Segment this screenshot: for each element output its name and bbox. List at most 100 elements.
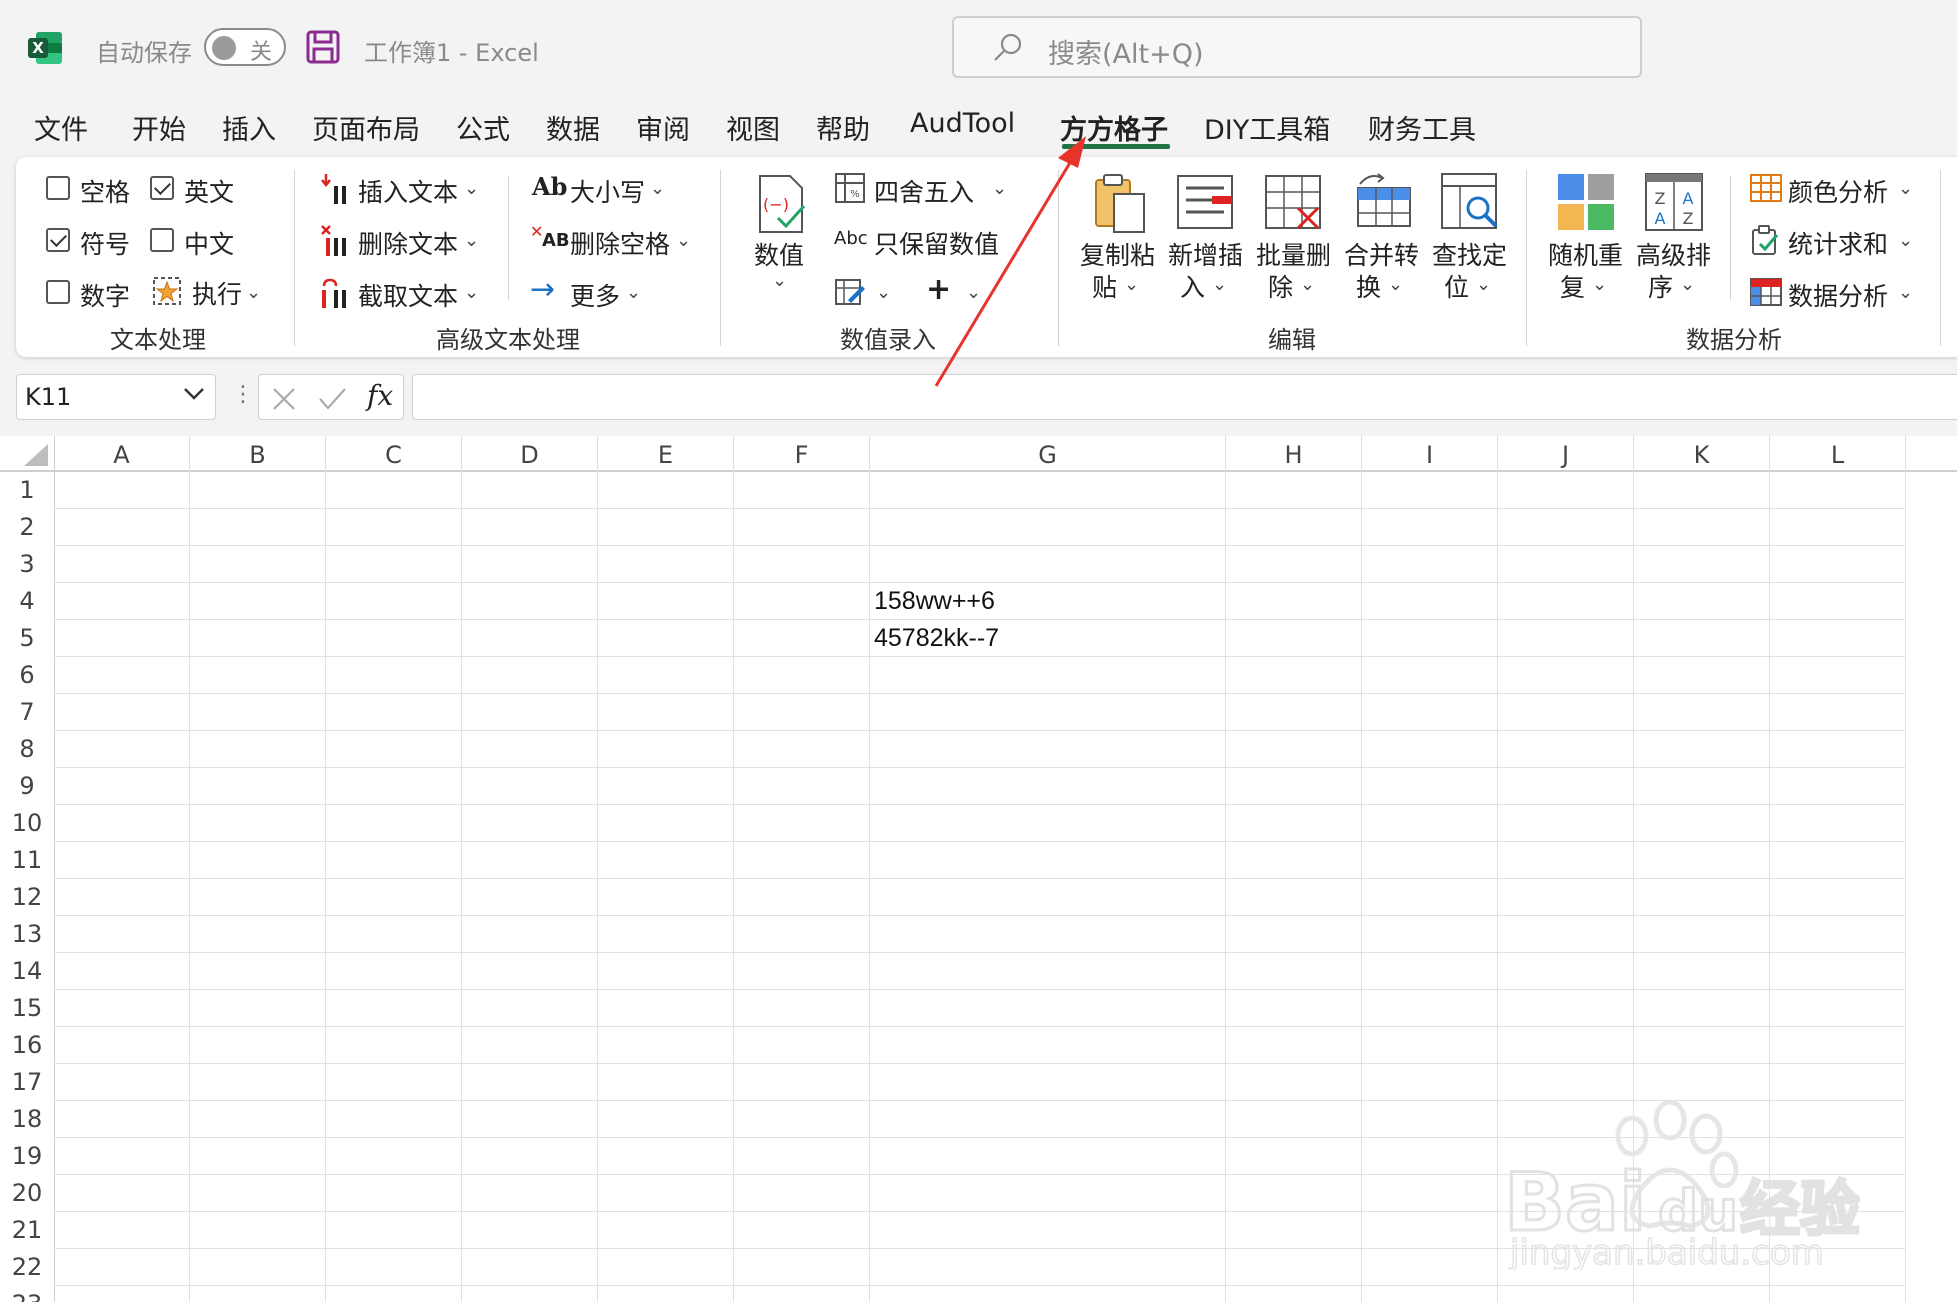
row-header-2[interactable]: 2 bbox=[0, 509, 54, 546]
merge-convert-button[interactable]: 合并转 换 ⌄ bbox=[1340, 170, 1424, 304]
row-header-10[interactable]: 10 bbox=[0, 805, 54, 842]
search-icon bbox=[994, 33, 1022, 61]
tab-formulas[interactable]: 公式 bbox=[456, 108, 510, 147]
tab-file[interactable]: 文件 bbox=[34, 108, 88, 147]
select-all-icon[interactable] bbox=[20, 442, 50, 468]
row-header-17[interactable]: 17 bbox=[0, 1064, 54, 1101]
more-button[interactable]: → 更多 ⌄ bbox=[530, 272, 650, 316]
row-header-18[interactable]: 18 bbox=[0, 1101, 54, 1138]
row-header-3[interactable]: 3 bbox=[0, 546, 54, 583]
ribbon-divider bbox=[1940, 170, 1941, 346]
checkbox-symbol[interactable] bbox=[46, 228, 70, 252]
execute-button[interactable]: 执行 ⌄ bbox=[150, 272, 266, 312]
color-analysis-label: 颜色分析 bbox=[1788, 178, 1889, 207]
batch-delete-label-1: 批量删 bbox=[1256, 241, 1332, 270]
name-box[interactable]: K11 bbox=[16, 374, 216, 420]
svg-text:%: % bbox=[850, 189, 860, 200]
tab-home[interactable]: 开始 bbox=[132, 108, 186, 147]
value-button[interactable]: (−) 数值 ⌄ bbox=[744, 170, 816, 300]
row-header-19[interactable]: 19 bbox=[0, 1138, 54, 1175]
checkbox-english[interactable] bbox=[150, 176, 174, 200]
row-header-7[interactable]: 7 bbox=[0, 694, 54, 731]
column-header-j[interactable]: J bbox=[1498, 436, 1634, 470]
grid-row-line bbox=[54, 841, 1906, 842]
row-header-20[interactable]: 20 bbox=[0, 1175, 54, 1212]
grid-row-line bbox=[54, 693, 1906, 694]
column-header-g[interactable]: G bbox=[870, 436, 1226, 470]
autosave-toggle[interactable]: 关 bbox=[204, 28, 286, 66]
new-insert-button[interactable]: 新增插 入 ⌄ bbox=[1164, 170, 1248, 304]
column-header-a[interactable]: A bbox=[54, 436, 190, 470]
color-analysis-button[interactable]: 颜色分析 ⌄ bbox=[1748, 168, 1918, 212]
checkbox-chinese[interactable] bbox=[150, 228, 174, 252]
row-header-22[interactable]: 22 bbox=[0, 1249, 54, 1286]
insert-function-icon[interactable]: fx bbox=[367, 379, 393, 412]
search-box[interactable]: 搜索(Alt+Q) bbox=[952, 16, 1642, 78]
column-header-h[interactable]: H bbox=[1226, 436, 1362, 470]
row-header-23[interactable]: 23 bbox=[0, 1286, 54, 1302]
chevron-down-icon: ⌄ bbox=[1212, 274, 1228, 295]
group-label-advanced-text: 高级文本处理 bbox=[436, 326, 580, 354]
abc-icon: Abc bbox=[834, 228, 868, 249]
tab-diy-toolbox[interactable]: DIY工具箱 bbox=[1204, 108, 1330, 147]
row-header-14[interactable]: 14 bbox=[0, 953, 54, 990]
column-header-i[interactable]: I bbox=[1362, 436, 1498, 470]
grid-row-line bbox=[54, 915, 1906, 916]
find-locate-label-1: 查找定 bbox=[1432, 241, 1508, 270]
save-icon[interactable] bbox=[306, 30, 340, 64]
column-header-k[interactable]: K bbox=[1634, 436, 1770, 470]
tab-finance-tools[interactable]: 财务工具 bbox=[1368, 108, 1476, 147]
row-header-8[interactable]: 8 bbox=[0, 731, 54, 768]
column-header-e[interactable]: E bbox=[598, 436, 734, 470]
svg-text:X: X bbox=[32, 39, 44, 57]
formula-buttons: fx bbox=[258, 374, 404, 420]
delete-text-button[interactable]: 删除文本 ⌄ bbox=[318, 220, 488, 264]
checkbox-space[interactable] bbox=[46, 176, 70, 200]
column-header-f[interactable]: F bbox=[734, 436, 870, 470]
row-header-5[interactable]: 5 bbox=[0, 620, 54, 657]
tab-help[interactable]: 帮助 bbox=[816, 108, 870, 147]
tab-review[interactable]: 审阅 bbox=[636, 108, 690, 147]
remove-space-button[interactable]: ✕ AB 删除空格 ⌄ bbox=[530, 220, 700, 264]
column-header-b[interactable]: B bbox=[190, 436, 326, 470]
row-header-21[interactable]: 21 bbox=[0, 1212, 54, 1249]
row-header-12[interactable]: 12 bbox=[0, 879, 54, 916]
merge-convert-label-1: 合并转 bbox=[1344, 241, 1420, 270]
chevron-down-icon: ⌄ bbox=[1898, 230, 1914, 251]
advanced-sort-button[interactable]: Z A A Z 高级排 序 ⌄ bbox=[1632, 170, 1716, 304]
row-header-1[interactable]: 1 bbox=[0, 472, 54, 509]
row-header-9[interactable]: 9 bbox=[0, 768, 54, 805]
edit-value-button[interactable]: ⌄ bbox=[832, 272, 902, 316]
insert-text-button[interactable]: 插入文本 ⌄ bbox=[318, 168, 488, 212]
row-header-11[interactable]: 11 bbox=[0, 842, 54, 879]
chevron-down-icon: ⌄ bbox=[772, 270, 788, 291]
row-header-16[interactable]: 16 bbox=[0, 1027, 54, 1064]
enter-check-icon[interactable] bbox=[317, 386, 347, 412]
chevron-down-icon[interactable] bbox=[183, 387, 205, 401]
column-header-d[interactable]: D bbox=[462, 436, 598, 470]
column-header-c[interactable]: C bbox=[326, 436, 462, 470]
find-locate-button[interactable]: 查找定 位 ⌄ bbox=[1428, 170, 1512, 304]
checkbox-number[interactable] bbox=[46, 280, 70, 304]
cell-g5[interactable]: 45782kk--7 bbox=[874, 624, 999, 653]
extract-text-button[interactable]: 截取文本 ⌄ bbox=[318, 272, 488, 316]
more-options-icon[interactable]: ⋮ bbox=[232, 382, 254, 407]
row-header-4[interactable]: 4 bbox=[0, 583, 54, 620]
formula-input[interactable] bbox=[412, 374, 1957, 420]
column-header-l[interactable]: L bbox=[1770, 436, 1906, 470]
stat-sum-button[interactable]: 统计求和 ⌄ bbox=[1748, 220, 1918, 264]
case-button[interactable]: Ab 大小写 ⌄ bbox=[530, 168, 680, 212]
row-header-15[interactable]: 15 bbox=[0, 990, 54, 1027]
row-header-13[interactable]: 13 bbox=[0, 916, 54, 953]
data-analysis-button[interactable]: 数据分析 ⌄ bbox=[1748, 272, 1918, 316]
extract-text-label: 截取文本 bbox=[358, 282, 459, 311]
tab-data[interactable]: 数据 bbox=[546, 108, 600, 147]
cell-g4[interactable]: 158ww++6 bbox=[874, 587, 995, 616]
row-header-6[interactable]: 6 bbox=[0, 657, 54, 694]
tab-view[interactable]: 视图 bbox=[726, 108, 780, 147]
random-repeat-button[interactable]: 随机重 复 ⌄ bbox=[1544, 170, 1628, 304]
tab-page-layout[interactable]: 页面布局 bbox=[312, 108, 420, 147]
tab-insert[interactable]: 插入 bbox=[222, 108, 276, 147]
batch-delete-button[interactable]: 批量删 除 ⌄ bbox=[1252, 170, 1336, 304]
cancel-icon[interactable] bbox=[271, 386, 297, 412]
